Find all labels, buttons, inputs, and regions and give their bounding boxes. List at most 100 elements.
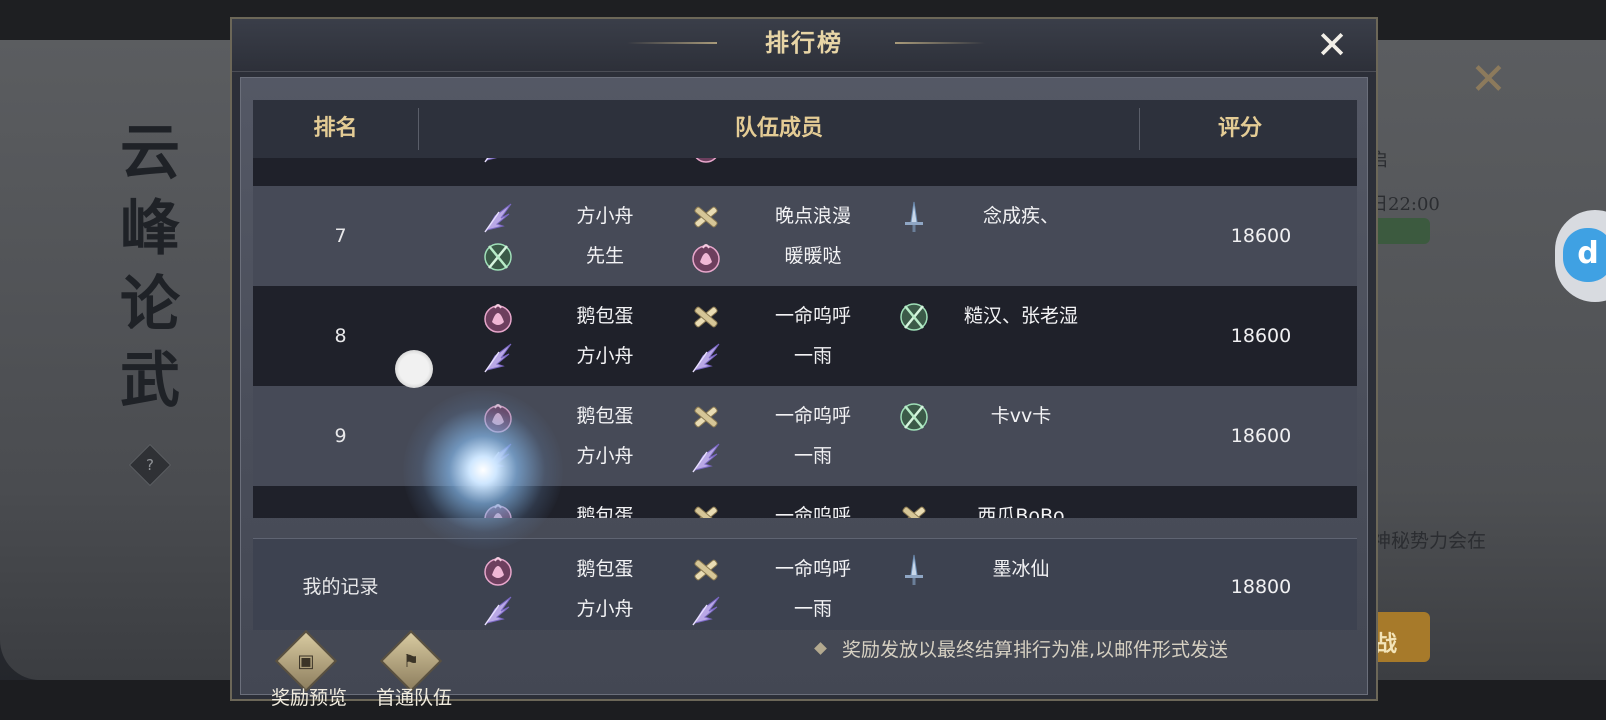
team-member[interactable]: 一雨 (689, 436, 899, 476)
help-label: ? (146, 456, 154, 474)
crossed-scroll-icon (689, 200, 723, 234)
team-member[interactable]: 先生 (481, 236, 691, 276)
team-member[interactable]: 晚点浪漫 (689, 196, 899, 236)
team-member[interactable]: 西瓜BoBo (897, 496, 1107, 518)
purple-wing-icon (689, 593, 723, 627)
assistant-icon: d (1563, 228, 1606, 282)
green-blades-icon (897, 300, 931, 334)
member-name: 西瓜BoBo (977, 505, 1065, 518)
table-row[interactable]: 7 方小舟 晚点浪漫 念成疾、先生 暖暖哒 18600 (253, 186, 1357, 286)
team-member[interactable]: 一雨 (689, 589, 899, 629)
reward-preview-label: 奖励预览 (270, 687, 347, 709)
bg-challenge-label: 战 (1375, 631, 1398, 657)
member-name: 鹅包蛋 (576, 558, 634, 580)
team-member[interactable]: 念成疾、 (897, 196, 1107, 236)
team-member[interactable]: 方小舟 (481, 336, 691, 376)
member-name: 鹅包蛋 (733, 158, 893, 166)
reward-preview-button[interactable]: ▣ 奖励预览 (254, 629, 364, 715)
member-name: 念成疾、 (982, 205, 1059, 227)
crossed-scroll-icon (689, 553, 723, 587)
modal-header: 排行榜 ✕ (232, 19, 1376, 72)
team-member[interactable]: 卡vv卡 (897, 396, 1107, 436)
crossed-scroll-icon (689, 400, 723, 434)
header-rank: 排名 (313, 116, 358, 141)
my-record-score: 18800 (1230, 576, 1292, 598)
first-clear-team-label: 首通队伍 (375, 687, 452, 709)
row-score: 18600 (1230, 325, 1292, 347)
member-name: 方小舟 (576, 205, 634, 227)
row-rank (253, 486, 428, 518)
ranking-table: 排名 队伍成员 评分 一雨鹅包蛋7方小舟晚点浪漫念成疾、先生暖暖哒186008鹅… (253, 100, 1357, 630)
member-name: 糙汉、张老湿 (963, 305, 1078, 327)
header-score: 评分 (1217, 116, 1262, 141)
team-member[interactable]: 鹅包蛋 (481, 296, 691, 336)
title-ornament-right (895, 42, 985, 44)
purple-wing-icon (689, 440, 723, 474)
row-score: 18600 (1230, 225, 1292, 247)
member-name: 方小舟 (576, 598, 634, 620)
bg-text-time: 日22:00 (1370, 194, 1440, 215)
blue-sword-icon (897, 553, 931, 587)
glow-effect (403, 390, 563, 550)
member-name: 鹅包蛋 (576, 305, 634, 327)
member-name: 墨冰仙 (992, 558, 1050, 580)
background-close-icon: ✕ (1470, 54, 1507, 105)
event-title: 云峰论武 (120, 118, 180, 416)
member-name: 一命呜呼 (774, 305, 851, 327)
purple-wing-icon (689, 340, 723, 374)
row-rank: 9 (334, 425, 347, 447)
crossed-scroll-icon (897, 500, 931, 518)
team-member[interactable]: 鹅包蛋 (481, 549, 691, 589)
member-name: 晚点浪漫 (774, 205, 851, 227)
purple-wing-icon (481, 200, 515, 234)
modal-title: 排行榜 (765, 29, 843, 57)
my-record-row: 我的记录 18800 鹅包蛋 一命呜呼 墨冰仙方小舟 一雨 (253, 538, 1357, 630)
team-member[interactable]: 暖暖哒 (689, 236, 899, 276)
team-member[interactable]: 一命呜呼 (689, 549, 899, 589)
header-members: 队伍成员 (734, 116, 823, 141)
member-name: 暖暖哒 (784, 245, 842, 267)
reward-notice: 奖励发放以最终结算排行为准,以邮件形式发送 (842, 639, 1229, 661)
member-name: 卡vv卡 (990, 405, 1052, 427)
team-member[interactable]: 一雨 (481, 158, 691, 166)
team-member[interactable]: 方小舟 (481, 589, 691, 629)
my-record-label: 我的记录 (302, 576, 379, 598)
team-member[interactable]: 方小舟 (481, 196, 691, 236)
first-clear-team-button[interactable]: ⚑ 首通队伍 (359, 629, 469, 715)
team-member[interactable]: 一命呜呼 (689, 296, 899, 336)
team-member[interactable]: 一命呜呼 (689, 396, 899, 436)
purple-wing-icon (481, 158, 515, 164)
team-member[interactable]: 鹅包蛋 (689, 158, 899, 166)
flag-icon: ⚑ (402, 651, 420, 672)
close-icon[interactable]: ✕ (1312, 25, 1352, 65)
purple-wing-icon (481, 340, 515, 374)
member-name: 一雨 (793, 445, 832, 467)
member-name: 一命呜呼 (774, 405, 851, 427)
blue-sword-icon (897, 200, 931, 234)
table-row-partial[interactable]: 一雨 鹅包蛋 (253, 158, 1357, 186)
member-name: 先生 (585, 245, 624, 267)
team-member[interactable]: 墨冰仙 (897, 549, 1107, 589)
pink-lotus-icon (481, 553, 515, 587)
table-header: 排名 队伍成员 评分 (253, 100, 1357, 158)
row-rank: 7 (334, 225, 347, 247)
modal-body: 排名 队伍成员 评分 一雨鹅包蛋7方小舟晚点浪漫念成疾、先生暖暖哒186008鹅… (240, 77, 1368, 695)
bg-green-bar (1370, 218, 1430, 244)
row-score: 18600 (1230, 425, 1292, 447)
pink-lotus-icon (481, 300, 515, 334)
crossed-scroll-icon (689, 500, 723, 518)
member-name: 一雨 (793, 345, 832, 367)
row-score (1165, 486, 1357, 518)
green-blades-icon (481, 240, 515, 274)
pink-lotus-icon (689, 158, 723, 164)
pink-lotus-icon (689, 240, 723, 274)
member-name: 一命呜呼 (774, 505, 851, 518)
team-member[interactable]: 一命呜呼 (689, 496, 899, 518)
leaderboard-modal: 排行榜 ✕ 排名 队伍成员 评分 一雨鹅包蛋7方小舟晚点浪漫念成疾、先生暖暖哒1… (230, 17, 1378, 709)
team-member[interactable]: 糙汉、张老湿 (897, 296, 1107, 336)
member-name: 一雨 (793, 598, 832, 620)
treasure-chest-icon: ▣ (297, 651, 315, 672)
team-member[interactable]: 一雨 (689, 336, 899, 376)
floating-touch-dot[interactable] (395, 350, 433, 388)
purple-wing-icon (481, 593, 515, 627)
